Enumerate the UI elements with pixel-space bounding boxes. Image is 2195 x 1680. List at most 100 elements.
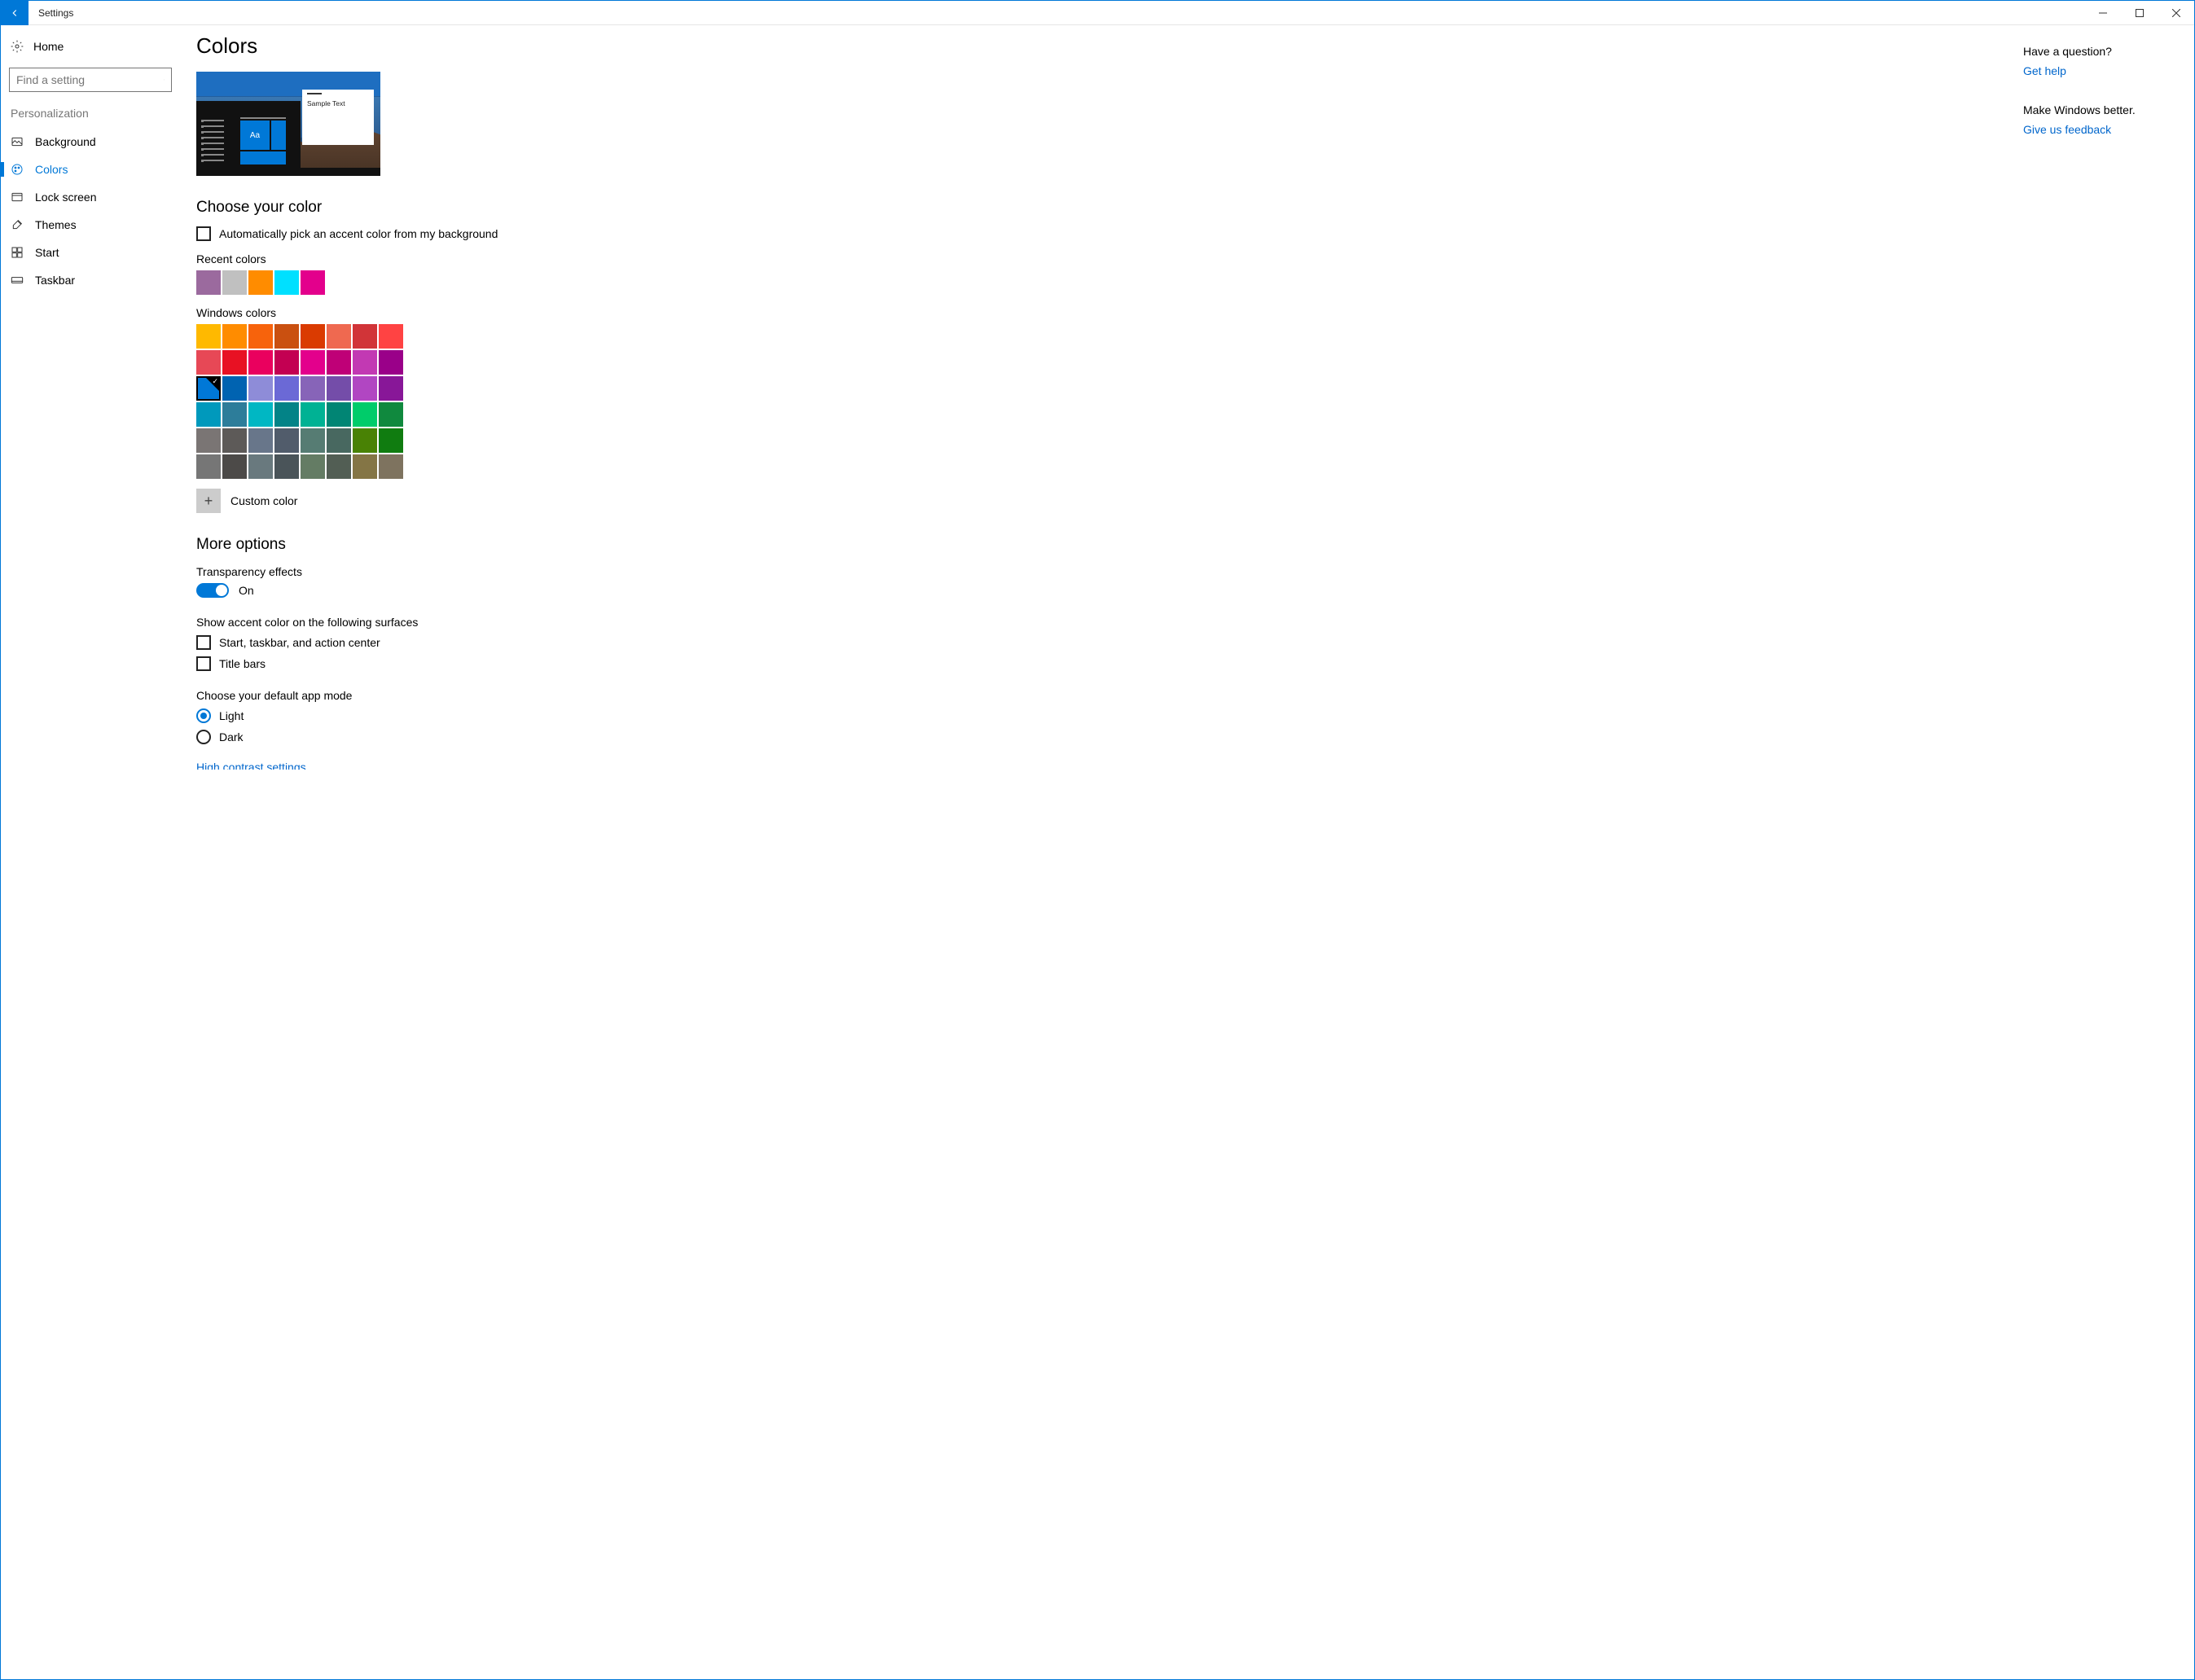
color-swatch[interactable] xyxy=(274,454,299,479)
plus-icon: + xyxy=(204,493,213,510)
sidebar: Home Personalization Background Colors L… xyxy=(1,25,180,770)
color-swatch[interactable] xyxy=(301,428,325,453)
search-input[interactable] xyxy=(16,73,164,86)
transparency-toggle[interactable] xyxy=(196,583,229,598)
surfaces-label: Show accent color on the following surfa… xyxy=(196,616,2007,629)
sidebar-item-label: Lock screen xyxy=(35,191,96,204)
color-swatch[interactable] xyxy=(274,324,299,349)
surface-start-checkbox[interactable]: Start, taskbar, and action center xyxy=(196,635,2007,650)
color-swatch[interactable] xyxy=(222,350,247,375)
color-swatch[interactable] xyxy=(379,454,403,479)
main-content: Colors Aa Sample Text Choose your color xyxy=(180,25,2023,770)
color-swatch[interactable] xyxy=(274,428,299,453)
color-swatch[interactable] xyxy=(196,454,221,479)
get-help-link[interactable]: Get help xyxy=(2023,64,2066,77)
color-swatch[interactable] xyxy=(196,402,221,427)
feedback-link[interactable]: Give us feedback xyxy=(2023,123,2111,136)
high-contrast-link[interactable]: High contrast settings xyxy=(196,761,306,770)
back-button[interactable] xyxy=(1,1,29,25)
windows-colors-grid: ✓ xyxy=(196,324,2007,479)
color-swatch[interactable] xyxy=(222,376,247,401)
recent-color-swatch[interactable] xyxy=(274,270,299,295)
custom-color-button[interactable]: + xyxy=(196,489,221,513)
minimize-icon xyxy=(2099,9,2107,17)
color-swatch[interactable] xyxy=(248,350,273,375)
palette-icon xyxy=(11,163,24,176)
color-swatch[interactable] xyxy=(274,350,299,375)
color-swatch[interactable] xyxy=(248,428,273,453)
radio-icon xyxy=(196,730,211,744)
sidebar-item-themes[interactable]: Themes xyxy=(1,211,180,239)
color-swatch[interactable] xyxy=(248,324,273,349)
preview-sample-text: Sample Text xyxy=(302,90,374,145)
color-swatch[interactable] xyxy=(301,350,325,375)
color-swatch[interactable] xyxy=(327,324,351,349)
color-swatch[interactable] xyxy=(196,428,221,453)
color-swatch[interactable] xyxy=(301,324,325,349)
recent-color-swatch[interactable] xyxy=(248,270,273,295)
maximize-button[interactable] xyxy=(2121,1,2158,25)
sidebar-item-background[interactable]: Background xyxy=(1,128,180,156)
color-swatch[interactable] xyxy=(379,402,403,427)
color-swatch[interactable] xyxy=(327,402,351,427)
color-swatch[interactable] xyxy=(353,376,377,401)
color-swatch[interactable] xyxy=(353,350,377,375)
mode-dark-radio[interactable]: Dark xyxy=(196,730,2007,744)
color-swatch[interactable] xyxy=(196,350,221,375)
windows-colors-label: Windows colors xyxy=(196,306,2007,319)
nav-home[interactable]: Home xyxy=(1,35,180,58)
color-swatch[interactable] xyxy=(274,376,299,401)
color-swatch[interactable] xyxy=(222,454,247,479)
taskbar-icon xyxy=(11,274,24,287)
color-swatch[interactable] xyxy=(196,324,221,349)
color-swatch[interactable] xyxy=(379,376,403,401)
color-swatch[interactable] xyxy=(353,324,377,349)
color-swatch[interactable] xyxy=(379,350,403,375)
color-swatch[interactable]: ✓ xyxy=(196,376,221,401)
color-swatch[interactable] xyxy=(274,402,299,427)
color-swatch[interactable] xyxy=(222,324,247,349)
color-swatch[interactable] xyxy=(301,402,325,427)
color-swatch[interactable] xyxy=(379,324,403,349)
color-swatch[interactable] xyxy=(301,454,325,479)
color-swatch[interactable] xyxy=(248,376,273,401)
sidebar-item-taskbar[interactable]: Taskbar xyxy=(1,266,180,294)
surface-title-checkbox[interactable]: Title bars xyxy=(196,656,2007,671)
checkbox-icon xyxy=(196,635,211,650)
sidebar-category: Personalization xyxy=(1,107,180,123)
color-swatch[interactable] xyxy=(353,454,377,479)
sidebar-item-colors[interactable]: Colors xyxy=(1,156,180,183)
color-swatch[interactable] xyxy=(222,428,247,453)
minimize-button[interactable] xyxy=(2084,1,2121,25)
color-swatch[interactable] xyxy=(327,428,351,453)
page-title: Colors xyxy=(196,33,2007,59)
mode-light-radio[interactable]: Light xyxy=(196,708,2007,723)
color-swatch[interactable] xyxy=(353,402,377,427)
titlebar: Settings xyxy=(1,1,2194,25)
back-arrow-icon xyxy=(9,7,20,19)
auto-pick-checkbox-row[interactable]: Automatically pick an accent color from … xyxy=(196,226,2007,241)
lockscreen-icon xyxy=(11,191,24,204)
search-box[interactable] xyxy=(9,68,172,92)
sidebar-item-lockscreen[interactable]: Lock screen xyxy=(1,183,180,211)
sidebar-item-start[interactable]: Start xyxy=(1,239,180,266)
color-swatch[interactable] xyxy=(248,402,273,427)
start-icon xyxy=(11,246,24,259)
recent-color-swatch[interactable] xyxy=(196,270,221,295)
color-swatch[interactable] xyxy=(222,402,247,427)
recent-color-swatch[interactable] xyxy=(222,270,247,295)
transparency-state: On xyxy=(239,584,254,597)
checkbox-icon xyxy=(196,656,211,671)
color-swatch[interactable] xyxy=(248,454,273,479)
color-swatch[interactable] xyxy=(353,428,377,453)
color-swatch[interactable] xyxy=(327,376,351,401)
close-button[interactable] xyxy=(2158,1,2194,25)
color-swatch[interactable] xyxy=(327,454,351,479)
recent-color-swatch[interactable] xyxy=(301,270,325,295)
picture-icon xyxy=(11,135,24,148)
color-swatch[interactable] xyxy=(379,428,403,453)
color-swatch[interactable] xyxy=(301,376,325,401)
color-swatch[interactable] xyxy=(327,350,351,375)
gear-icon xyxy=(11,40,24,53)
recent-colors-label: Recent colors xyxy=(196,252,2007,265)
